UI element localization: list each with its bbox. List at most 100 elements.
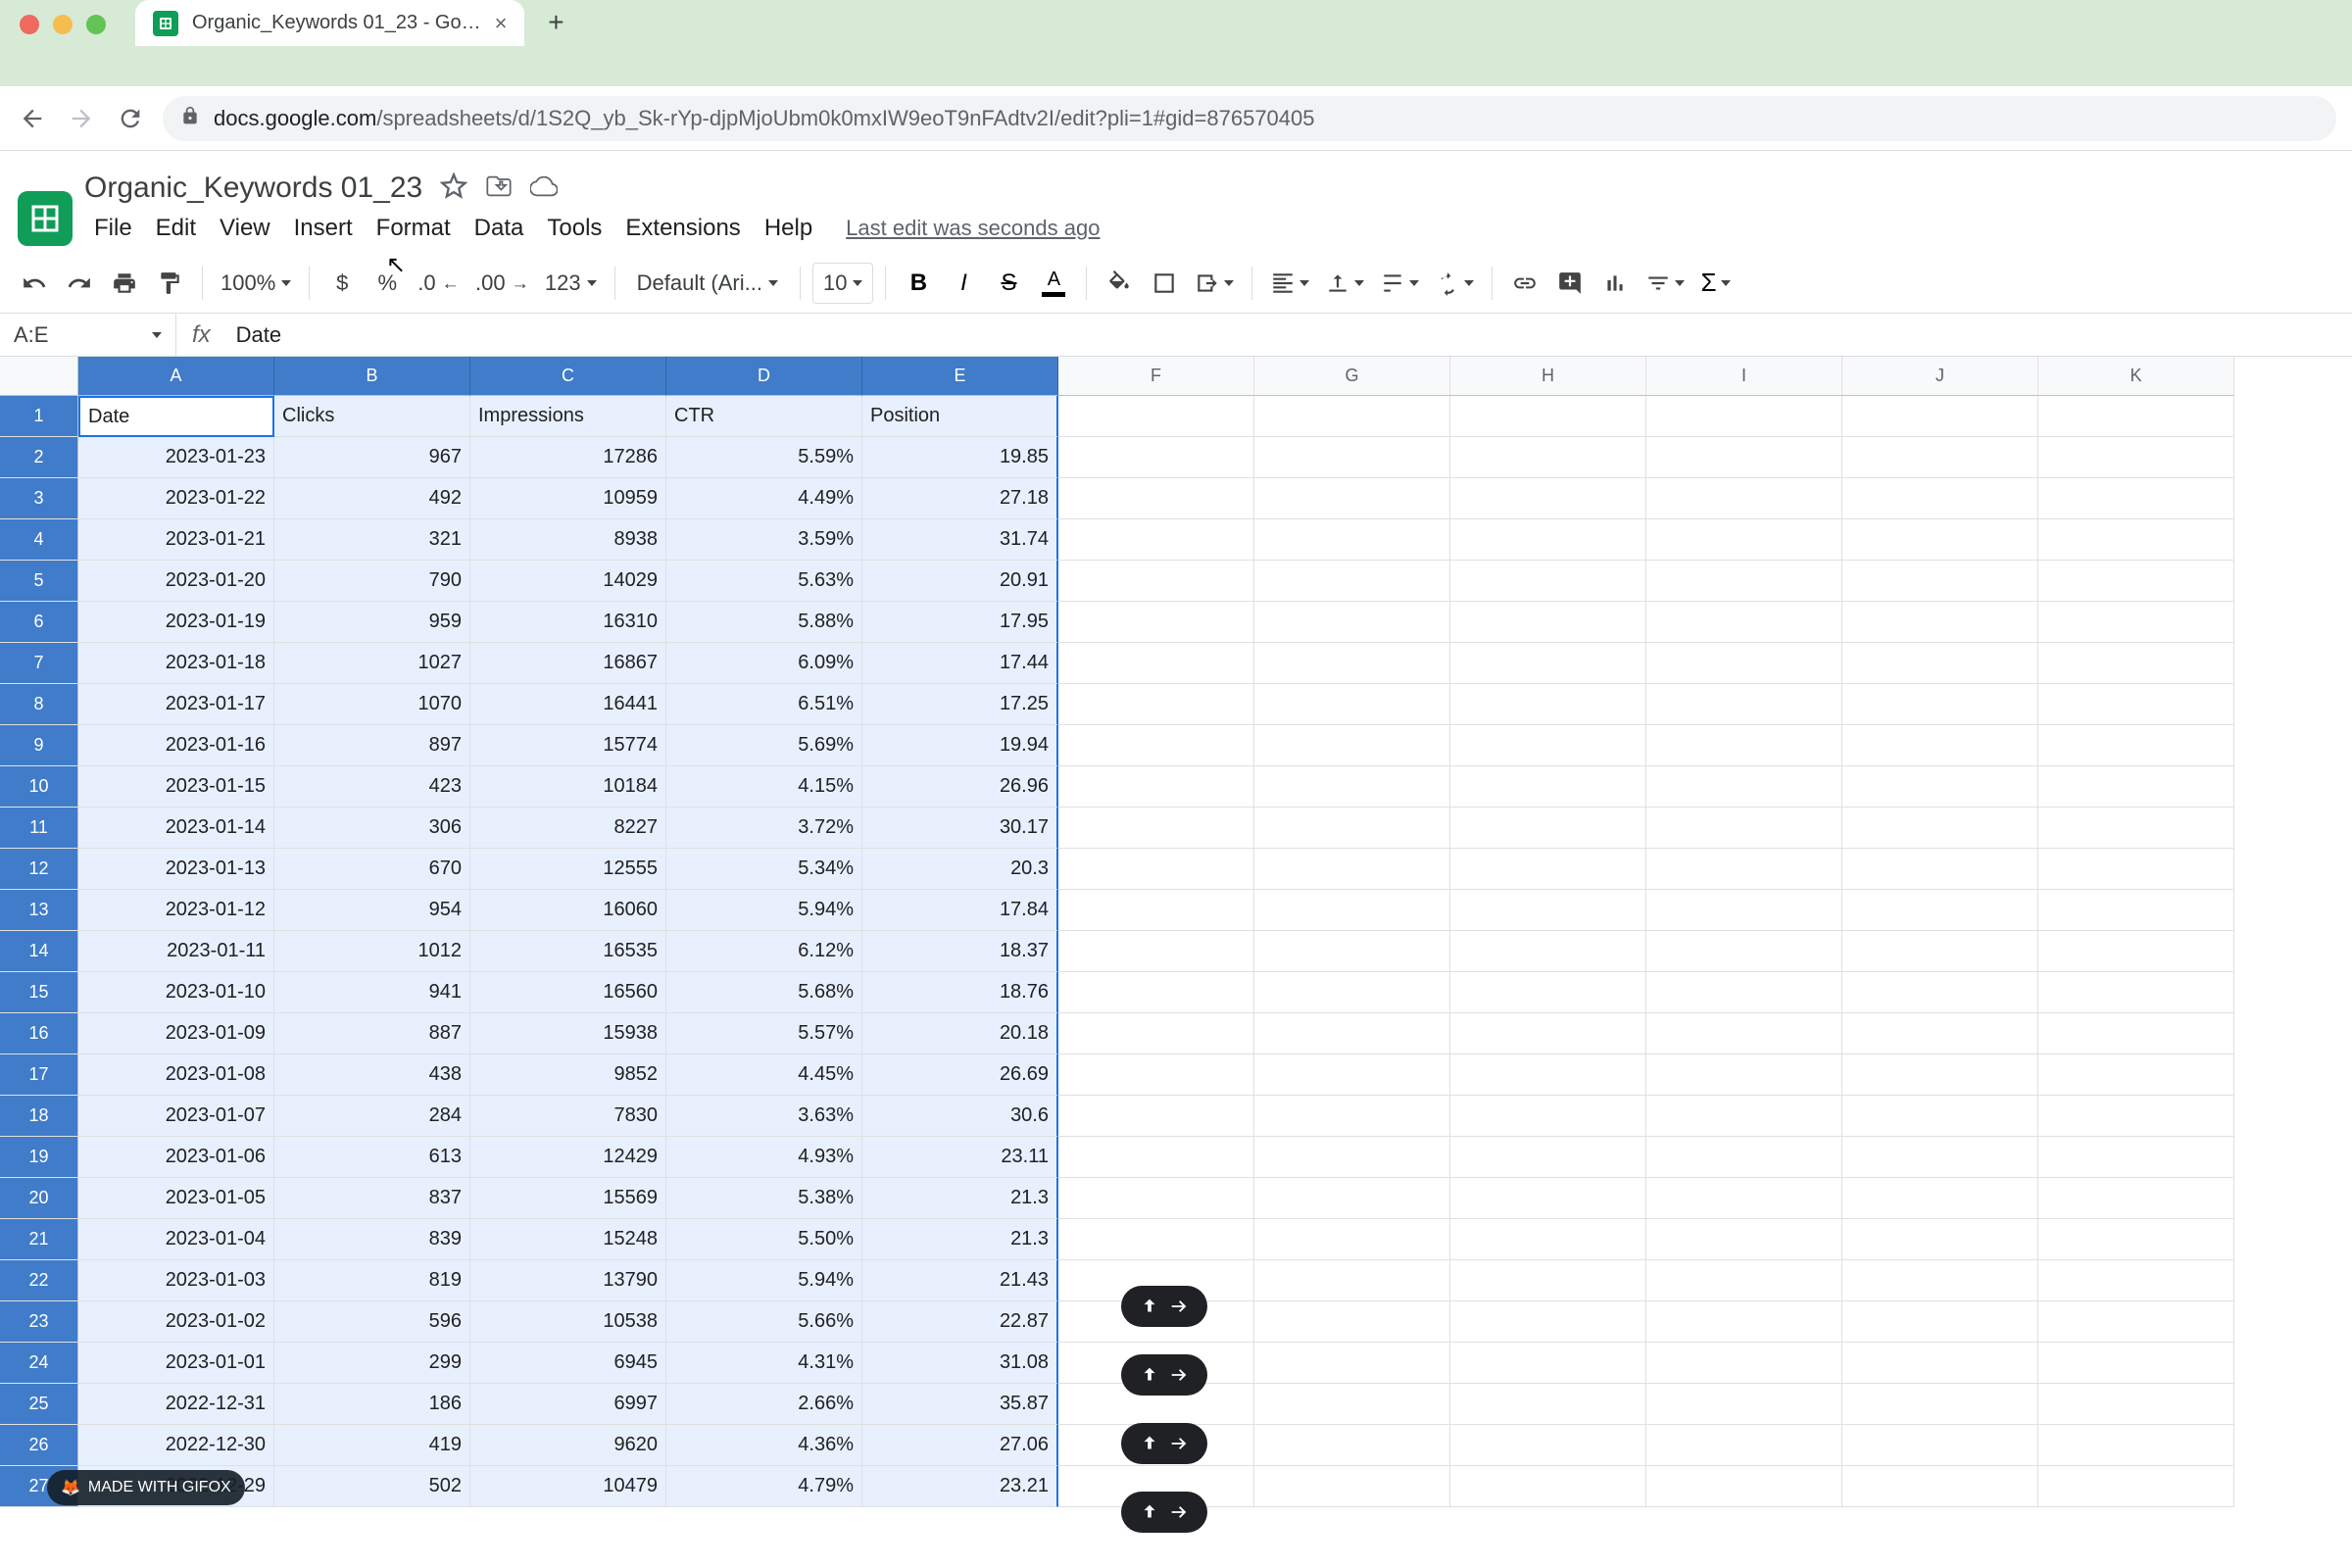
cell[interactable]: 13790 [470,1260,666,1301]
cell[interactable]: 2023-01-10 [78,972,274,1013]
cell[interactable] [1254,808,1450,849]
cell[interactable]: 954 [274,890,470,931]
cell[interactable]: 670 [274,849,470,890]
paint-format-button[interactable] [149,263,190,304]
cell[interactable] [1646,766,1842,808]
cell[interactable] [1058,478,1254,519]
cell[interactable] [1254,1096,1450,1137]
cell[interactable]: 20.91 [862,561,1058,602]
cell[interactable] [1450,725,1646,766]
cell[interactable]: 5.94% [666,890,862,931]
cell[interactable] [2038,643,2234,684]
cell[interactable] [1842,478,2038,519]
cell[interactable]: 18.76 [862,972,1058,1013]
cell[interactable] [1450,519,1646,561]
cell[interactable] [1058,1096,1254,1137]
cell[interactable] [2038,684,2234,725]
cell[interactable]: 306 [274,808,470,849]
cell[interactable] [2038,1219,2234,1260]
cell[interactable] [1058,808,1254,849]
cell[interactable] [2038,725,2234,766]
cell[interactable]: 9852 [470,1054,666,1096]
cell[interactable] [1058,437,1254,478]
cell[interactable]: 2023-01-05 [78,1178,274,1219]
cloud-icon[interactable] [530,172,558,205]
print-button[interactable] [104,263,145,304]
cell[interactable] [1450,931,1646,972]
cell[interactable] [1646,1301,1842,1343]
cell[interactable] [2038,1384,2234,1425]
menu-extensions[interactable]: Extensions [615,211,750,246]
cell[interactable]: 2023-01-16 [78,725,274,766]
font-select[interactable]: Default (Ari... [627,263,788,304]
cell[interactable] [1254,478,1450,519]
cell[interactable]: 16060 [470,890,666,931]
cell[interactable]: 2023-01-15 [78,766,274,808]
cell[interactable]: 10479 [470,1466,666,1507]
cell[interactable] [1450,643,1646,684]
cell[interactable]: 17.25 [862,684,1058,725]
cell[interactable] [1646,396,1842,437]
cell[interactable] [1842,602,2038,643]
cell[interactable] [1058,396,1254,437]
row-header[interactable]: 11 [0,808,78,849]
cell[interactable]: 4.45% [666,1054,862,1096]
name-box[interactable]: A:E [0,314,176,356]
cell[interactable] [1058,1178,1254,1219]
row-header[interactable]: 1 [0,396,78,437]
functions-button[interactable]: Σ [1694,263,1736,304]
cell[interactable]: 17.44 [862,643,1058,684]
cell[interactable]: 819 [274,1260,470,1301]
row-header[interactable]: 19 [0,1137,78,1178]
cell[interactable] [1646,1096,1842,1137]
cell[interactable]: 9620 [470,1425,666,1466]
cell[interactable] [1058,519,1254,561]
cell[interactable] [1842,725,2038,766]
number-format-select[interactable]: 123 [539,263,603,304]
cell[interactable] [1058,684,1254,725]
cell[interactable] [1842,890,2038,931]
cell[interactable]: 17286 [470,437,666,478]
borders-button[interactable] [1144,263,1185,304]
cell[interactable] [1646,1466,1842,1507]
cell[interactable]: 15569 [470,1178,666,1219]
cell[interactable] [1254,1137,1450,1178]
cell[interactable]: 26.69 [862,1054,1058,1096]
cell[interactable] [1058,766,1254,808]
cell[interactable] [1842,1260,2038,1301]
row-header[interactable]: 7 [0,643,78,684]
col-header-F[interactable]: F [1058,357,1254,396]
cell[interactable] [1842,519,2038,561]
cell[interactable] [2038,602,2234,643]
row-header[interactable]: 13 [0,890,78,931]
cell[interactable] [1646,1013,1842,1054]
cell[interactable] [1254,1219,1450,1260]
cell[interactable]: 31.08 [862,1343,1058,1384]
cell[interactable] [1254,396,1450,437]
cell[interactable]: 3.59% [666,519,862,561]
new-tab-button[interactable]: + [536,3,575,42]
menu-help[interactable]: Help [755,211,822,246]
menu-file[interactable]: File [84,211,142,246]
cell[interactable] [1058,602,1254,643]
cell[interactable]: 20.18 [862,1013,1058,1054]
cell[interactable]: Date [78,396,274,437]
cell[interactable] [1450,396,1646,437]
forward-button[interactable] [65,102,98,135]
cell[interactable] [1254,1013,1450,1054]
cell[interactable]: 2023-01-22 [78,478,274,519]
cell[interactable]: 839 [274,1219,470,1260]
cell[interactable] [1842,1096,2038,1137]
cell[interactable]: 423 [274,766,470,808]
cell[interactable] [1646,684,1842,725]
cell[interactable]: 2023-01-08 [78,1054,274,1096]
move-icon[interactable] [485,172,513,205]
cell[interactable] [1450,766,1646,808]
cell[interactable] [1842,437,2038,478]
row-header[interactable]: 3 [0,478,78,519]
cell[interactable] [1646,890,1842,931]
cell[interactable] [2038,561,2234,602]
col-header-E[interactable]: E [862,357,1058,396]
cell[interactable]: 6.09% [666,643,862,684]
cell[interactable] [1058,643,1254,684]
